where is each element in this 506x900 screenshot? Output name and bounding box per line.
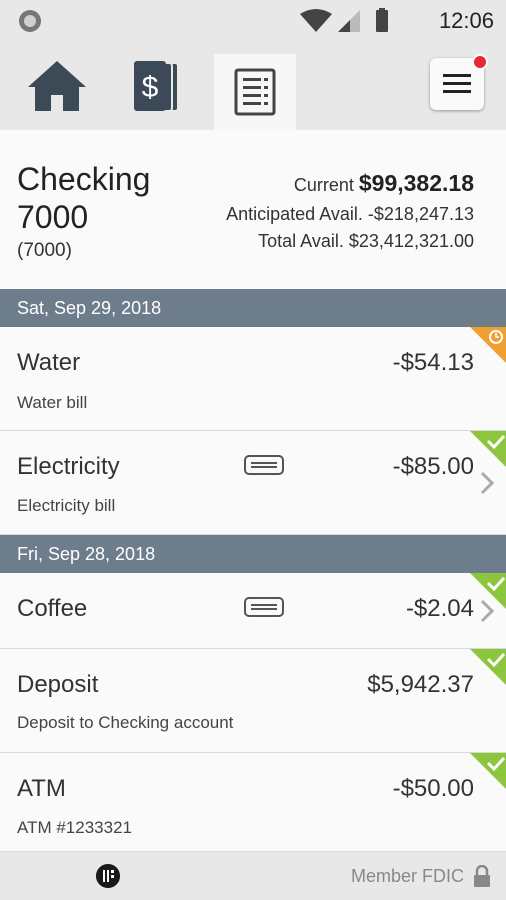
anticipated-value: -$218,247.13 (367, 204, 474, 224)
total-balance: Total Avail. $23,412,321.00 (258, 231, 474, 252)
transaction-amount: -$2.04 (405, 595, 474, 622)
chevron-right-icon (480, 599, 494, 623)
account-number: (7000) (17, 240, 72, 261)
transaction-row[interactable]: ATM ATM #1233321 -$50.00 (0, 753, 506, 852)
total-label: Total Avail. (258, 231, 344, 251)
menu-button[interactable] (430, 54, 488, 110)
transaction-name: Coffee (17, 595, 88, 622)
transaction-amount: $5,942.37 (367, 671, 474, 698)
tab-accounts[interactable]: $ (116, 42, 198, 130)
transaction-row[interactable]: Coffee -$2.04 (0, 573, 506, 649)
member-fdic-text: Member FDIC (350, 866, 464, 886)
cleared-check-icon (470, 753, 506, 789)
transaction-description: Electricity bill (17, 496, 116, 515)
transaction-row[interactable]: Water Water bill -$54.13 (0, 327, 506, 431)
pending-clock-icon (470, 327, 506, 363)
account-name: Checking 7000 (17, 161, 151, 235)
dollar-cards-icon: $ (134, 61, 179, 112)
bank-logo-icon (96, 864, 120, 888)
date-header: Fri, Sep 28, 2018 (0, 535, 506, 573)
tab-transactions[interactable] (214, 54, 296, 130)
status-time: 12:06 (438, 8, 494, 33)
memo-icon (244, 597, 284, 617)
hamburger-menu-icon (443, 74, 471, 93)
account-summary: Checking 7000 (7000) Current $99,382.18 … (0, 130, 506, 288)
transaction-description: ATM #1233321 (17, 818, 132, 837)
transaction-description: Deposit to Checking account (17, 713, 234, 732)
memo-icon (244, 455, 284, 475)
cleared-check-icon (470, 649, 506, 685)
transaction-description: Water bill (17, 393, 88, 412)
transaction-amount: -$54.13 (392, 349, 474, 376)
transaction-name: Deposit (17, 671, 99, 698)
transaction-amount: -$85.00 (392, 453, 474, 480)
transaction-name: ATM (17, 775, 66, 802)
tab-bar: $ (0, 42, 506, 130)
document-list-icon (234, 68, 276, 116)
cleared-check-icon (470, 431, 506, 467)
current-value: $99,382.18 (358, 170, 474, 196)
transaction-row[interactable]: Electricity Electricity bill -$85.00 (0, 431, 506, 535)
footer: Member FDIC (0, 852, 506, 900)
notification-badge (472, 54, 488, 70)
current-label: Current (293, 175, 354, 195)
home-icon (28, 61, 86, 111)
tab-home[interactable] (16, 42, 98, 130)
anticipated-balance: Anticipated Avail. -$218,247.13 (226, 204, 474, 225)
anticipated-label: Anticipated Avail. (226, 204, 363, 224)
status-bar: 12:06 (0, 0, 506, 42)
total-value: $23,412,321.00 (348, 231, 474, 251)
transaction-name: Electricity (17, 453, 120, 480)
transaction-row[interactable]: Deposit Deposit to Checking account $5,9… (0, 649, 506, 753)
lock-icon (474, 865, 490, 887)
signal-battery-icons (300, 8, 388, 32)
transaction-amount: -$50.00 (392, 775, 474, 802)
date-header: Sat, Sep 29, 2018 (0, 289, 506, 327)
notification-dot-icon (19, 10, 41, 32)
transaction-name: Water (17, 349, 81, 376)
svg-text:$: $ (142, 71, 159, 104)
chevron-right-icon (480, 471, 494, 495)
current-balance: Current $99,382.18 (294, 170, 474, 197)
